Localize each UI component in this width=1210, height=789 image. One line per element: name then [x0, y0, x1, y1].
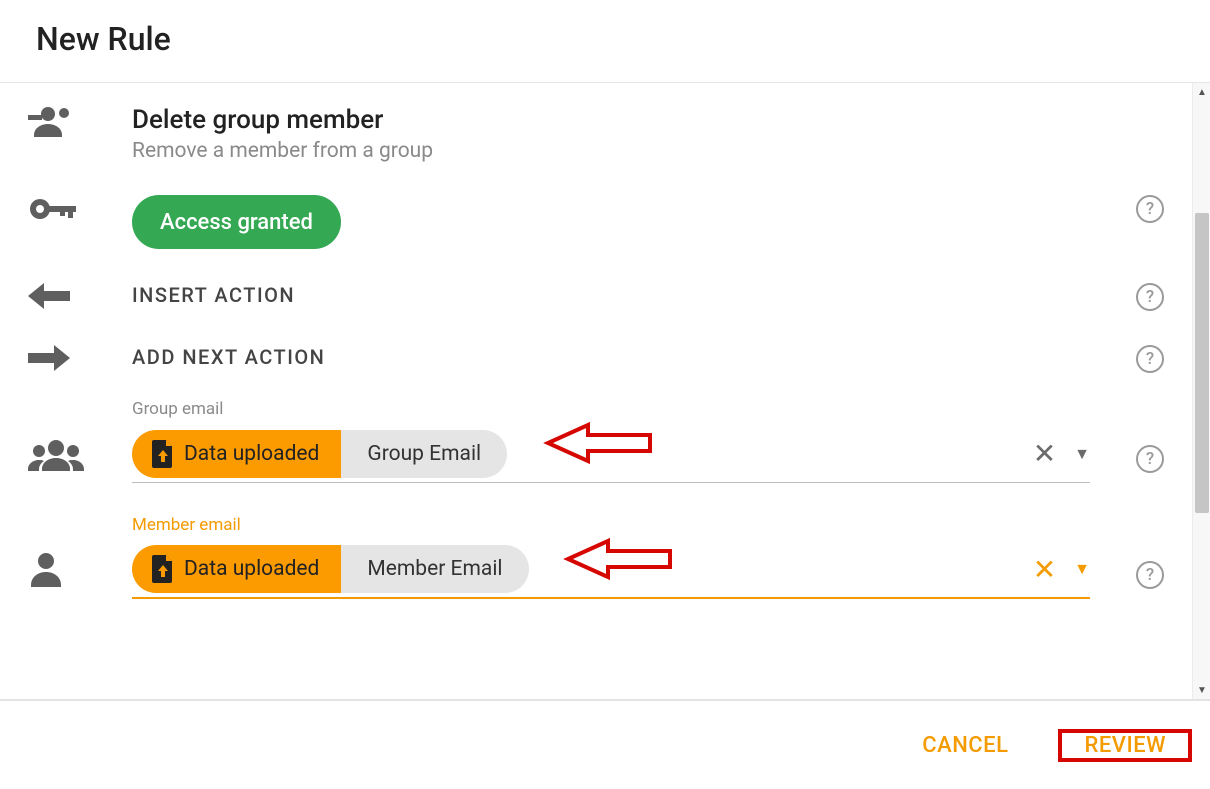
arrow-left-icon — [0, 283, 132, 309]
file-upload-icon — [152, 440, 174, 468]
group-remove-icon — [0, 105, 132, 139]
add-next-action-label: ADD NEXT ACTION — [132, 345, 1090, 369]
scroll-up-icon[interactable]: ▲ — [1193, 83, 1210, 101]
dialog-title: New Rule — [36, 20, 1174, 58]
field-label: Group email — [132, 399, 1090, 419]
scrollbar[interactable]: ▲ ▼ — [1192, 83, 1210, 699]
clear-icon[interactable]: ✕ — [1033, 437, 1056, 470]
help-icon[interactable]: ? — [1136, 195, 1164, 223]
group-email-input[interactable]: Data uploaded Group Email ✕ ▼ — [132, 425, 1090, 483]
data-chip[interactable]: Data uploaded Group Email — [132, 430, 507, 478]
dialog-footer: CANCEL REVIEW — [0, 699, 1210, 789]
arrow-right-icon — [0, 345, 132, 371]
access-row: Access granted ? — [0, 175, 1186, 261]
action-title: Delete group member — [132, 105, 1090, 135]
chip-right-label: Member Email — [341, 545, 528, 593]
group-email-row: Group email Data uploaded — [0, 385, 1186, 495]
action-summary-row: Delete group member Remove a member from… — [0, 83, 1186, 175]
scroll-down-icon[interactable]: ▼ — [1193, 681, 1210, 699]
new-rule-dialog: New Rule Delete group member Remove a me… — [0, 0, 1210, 789]
cancel-button[interactable]: CANCEL — [900, 719, 1030, 772]
dropdown-icon[interactable]: ▼ — [1074, 559, 1090, 579]
member-email-input[interactable]: Data uploaded Member Email ✕ ▼ — [132, 541, 1090, 599]
help-icon[interactable]: ? — [1136, 445, 1164, 473]
review-button[interactable]: REVIEW — [1062, 719, 1188, 772]
help-icon[interactable]: ? — [1136, 561, 1164, 589]
dialog-body: Delete group member Remove a member from… — [0, 83, 1210, 699]
key-icon — [0, 195, 132, 223]
dropdown-icon[interactable]: ▼ — [1074, 444, 1090, 464]
help-icon[interactable]: ? — [1136, 345, 1164, 373]
scroll-thumb[interactable] — [1195, 213, 1209, 513]
chip-left-label: Data uploaded — [184, 557, 319, 581]
add-next-action-row[interactable]: ADD NEXT ACTION ? — [0, 323, 1186, 385]
access-granted-chip[interactable]: Access granted — [132, 195, 341, 249]
file-upload-icon — [152, 555, 174, 583]
data-chip[interactable]: Data uploaded Member Email — [132, 545, 529, 593]
group-icon — [0, 439, 132, 483]
dialog-header: New Rule — [0, 0, 1210, 83]
member-email-row: Member email Data uploaded — [0, 495, 1186, 611]
chip-right-label: Group Email — [341, 430, 507, 478]
help-icon[interactable]: ? — [1136, 283, 1164, 311]
chip-left-label: Data uploaded — [184, 442, 319, 466]
action-subtitle: Remove a member from a group — [132, 139, 1090, 163]
annotation-highlight-box: REVIEW — [1058, 729, 1192, 762]
insert-action-label: INSERT ACTION — [132, 283, 1090, 307]
person-icon — [0, 551, 132, 599]
clear-icon[interactable]: ✕ — [1033, 553, 1056, 586]
insert-action-row[interactable]: INSERT ACTION ? — [0, 261, 1186, 323]
field-label: Member email — [132, 515, 1090, 535]
